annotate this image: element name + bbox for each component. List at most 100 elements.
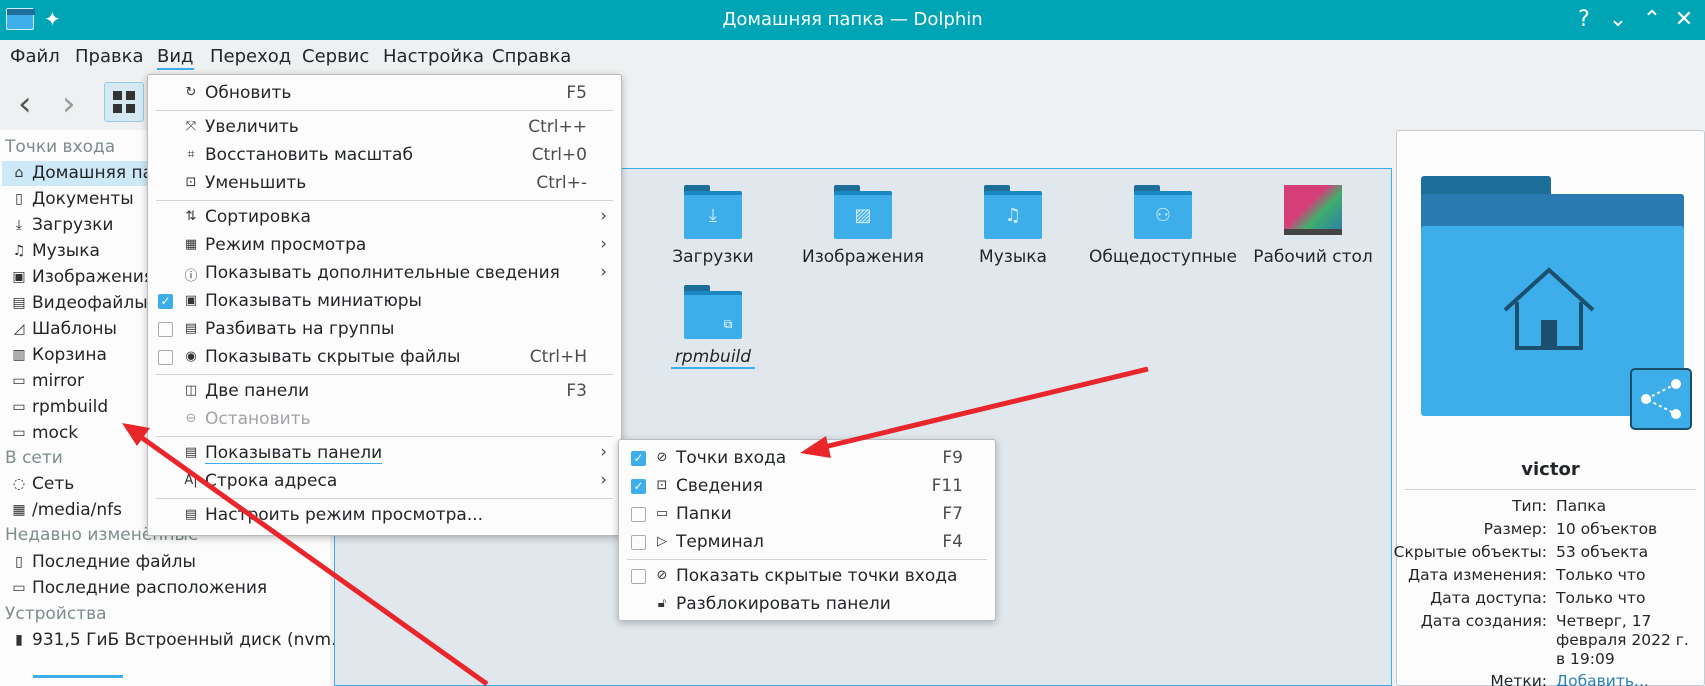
folder-icon: ▭ xyxy=(12,425,26,441)
information-panel: victor Тип: Папка Размер: 10 объектов Скры… xyxy=(1394,130,1705,686)
places-item-recent-locations[interactable]: ▭ Последние расположения xyxy=(2,576,328,601)
places-item-disk[interactable]: ▮ 931,5 ГиБ Встроенный диск (nvm... xyxy=(2,628,347,653)
file-item[interactable]: ♫ Музыка xyxy=(938,185,1088,267)
file-item[interactable]: Рабочий стол xyxy=(1238,185,1388,267)
submenu-item-folders[interactable]: ▭ Папки F7 xyxy=(619,501,995,527)
menu-bar: Файл Правка Вид Переход Сервис Настройка… xyxy=(0,40,1705,74)
panels-submenu: ✓ ⊘ Точки входа F9 ✓ ⊡ Сведения F11 ▭ Папки F7 ▷… xyxy=(618,439,996,621)
submenu-item-info[interactable]: ✓ ⊡ Сведения F11 xyxy=(619,473,995,499)
zoom-in-icon: ⤧ xyxy=(185,119,197,134)
menu-item-show-panels[interactable]: ▤ Показывать панели › xyxy=(148,440,621,466)
folder-icon: ▭ xyxy=(655,506,669,521)
drive-icon: ▮ xyxy=(15,632,23,648)
maximize-icon[interactable]: ⌃ xyxy=(1638,6,1666,34)
add-tags-link[interactable]: Добавить... xyxy=(1556,672,1696,686)
menu-item-location-bar[interactable]: A| Строка адреса › xyxy=(148,468,621,494)
submenu-arrow-icon: › xyxy=(600,470,607,490)
image-icon: ▨ xyxy=(834,185,892,239)
menu-item-zoom-reset[interactable]: ⌗ Восстановить масштаб Ctrl+0 xyxy=(148,142,621,168)
disk-usage-bar xyxy=(33,675,123,678)
groups-icon: ▤ xyxy=(184,321,198,336)
menu-item-show-groups[interactable]: ▤ Разбивать на группы xyxy=(148,316,621,342)
places-section-devices: Устройства xyxy=(5,604,107,624)
icons-view-button[interactable] xyxy=(104,82,144,122)
terminal-icon: ▷ xyxy=(657,534,667,549)
stop-icon: ⊖ xyxy=(185,411,197,426)
image-icon: ▣ xyxy=(12,269,26,285)
places-section-network: В сети xyxy=(5,448,63,468)
location-bar-icon: A| xyxy=(184,473,198,488)
view-mode-icon: ▦ xyxy=(184,237,198,252)
template-icon: ◿ xyxy=(13,321,25,337)
submenu-arrow-icon: › xyxy=(600,206,607,226)
checkbox-checked-icon[interactable]: ✓ xyxy=(158,294,173,309)
split-view-icon: ◫ xyxy=(184,383,198,398)
file-item[interactable]: ▨ Изображения xyxy=(788,185,938,267)
menu-view[interactable]: Вид xyxy=(157,46,194,70)
menu-item-split[interactable]: ◫ Две панели F3 xyxy=(148,378,621,404)
submenu-item-places[interactable]: ✓ ⊘ Точки входа F9 xyxy=(619,445,995,471)
recent-files-icon: ▯ xyxy=(15,554,23,570)
nfs-drive-icon: ▦ xyxy=(12,502,26,518)
image-icon: ▣ xyxy=(184,293,198,308)
submenu-arrow-icon: › xyxy=(600,442,607,462)
checkbox-icon[interactable] xyxy=(631,507,646,522)
menu-item-zoom-in[interactable]: ⤧ Увеличить Ctrl++ xyxy=(148,114,621,140)
menu-file[interactable]: Файл xyxy=(10,46,60,67)
menu-go[interactable]: Переход xyxy=(210,46,291,67)
info-separator xyxy=(1405,489,1696,490)
checkbox-icon[interactable] xyxy=(158,322,173,337)
download-icon: ⤓ xyxy=(15,217,23,233)
view-menu: ↻ Обновить F5 ⤧ Увеличить Ctrl++ ⌗ Восстанови… xyxy=(147,74,622,536)
home-icon: ⌂ xyxy=(14,165,24,181)
file-item[interactable]: ⧉ rpmbuild xyxy=(638,285,788,369)
menu-item-stop[interactable]: ⊖ Остановить xyxy=(148,406,621,432)
places-item-recent-files[interactable]: ▯ Последние файлы xyxy=(2,550,328,575)
zoom-out-icon: ⊡ xyxy=(185,175,197,190)
video-icon: ▤ xyxy=(12,295,26,311)
share-icon xyxy=(1630,368,1692,430)
menu-item-view-mode[interactable]: ▦ Режим просмотра › xyxy=(148,232,621,258)
compass-icon: ⊘ xyxy=(656,450,668,465)
menu-item-sort[interactable]: ⇅ Сортировка › xyxy=(148,204,621,230)
menu-item-additional-info[interactable]: ⓘ Показывать дополнительные сведения › xyxy=(148,260,621,286)
info-icon: ⓘ xyxy=(184,269,198,284)
menu-help[interactable]: Справка xyxy=(492,46,571,67)
hidden-eye-icon: ⊘ xyxy=(656,568,668,583)
minimize-icon[interactable]: ⌄ xyxy=(1604,6,1632,34)
menu-item-reload[interactable]: ↻ Обновить F5 xyxy=(148,80,621,106)
folder-link-icon: ⧉ xyxy=(684,285,742,339)
reload-icon: ↻ xyxy=(185,85,197,100)
zoom-original-icon: ⌗ xyxy=(187,147,195,162)
help-icon[interactable]: ? xyxy=(1570,6,1598,34)
file-item[interactable]: ⤓ Загрузки xyxy=(638,185,788,267)
checkbox-icon[interactable] xyxy=(631,535,646,550)
document-icon: ▯ xyxy=(15,191,23,207)
back-button[interactable]: ‹ xyxy=(18,84,32,124)
file-item[interactable]: ⚇ Общедоступные xyxy=(1088,185,1238,267)
checkbox-checked-icon[interactable]: ✓ xyxy=(631,479,646,494)
forward-button[interactable]: › xyxy=(62,84,76,124)
submenu-item-hidden-places[interactable]: ⊘ Показать скрытые точки входа xyxy=(619,563,995,589)
info-item-name: victor xyxy=(1521,459,1580,480)
checkbox-icon[interactable] xyxy=(631,569,646,584)
checkbox-icon[interactable] xyxy=(158,350,173,365)
menu-item-show-previews[interactable]: ✓ ▣ Показывать миниатюры xyxy=(148,288,621,314)
submenu-arrow-icon: › xyxy=(600,234,607,254)
submenu-item-unlock[interactable]: 🔓︎ Разблокировать панели xyxy=(619,591,995,617)
download-icon: ⤓ xyxy=(684,185,742,239)
trash-icon: ▥ xyxy=(12,347,26,363)
menu-item-show-hidden[interactable]: ◉ Показывать скрытые файлы Ctrl+H xyxy=(148,344,621,370)
submenu-item-terminal[interactable]: ▷ Терминал F4 xyxy=(619,529,995,555)
menu-edit[interactable]: Правка xyxy=(75,46,144,67)
menu-settings[interactable]: Настройка xyxy=(383,46,484,67)
menu-item-zoom-out[interactable]: ⊡ Уменьшить Ctrl+- xyxy=(148,170,621,196)
recent-locations-icon: ▭ xyxy=(12,580,26,596)
network-icon: ◌ xyxy=(12,476,26,492)
places-section-entry: Точки входа xyxy=(5,137,116,157)
close-icon[interactable]: ✕ xyxy=(1670,6,1698,34)
menu-item-configure-view[interactable]: ▤ Настроить режим просмотра... xyxy=(148,502,621,528)
menu-tools[interactable]: Сервис xyxy=(302,46,369,67)
music-icon: ♫ xyxy=(984,185,1042,239)
checkbox-checked-icon[interactable]: ✓ xyxy=(631,451,646,466)
